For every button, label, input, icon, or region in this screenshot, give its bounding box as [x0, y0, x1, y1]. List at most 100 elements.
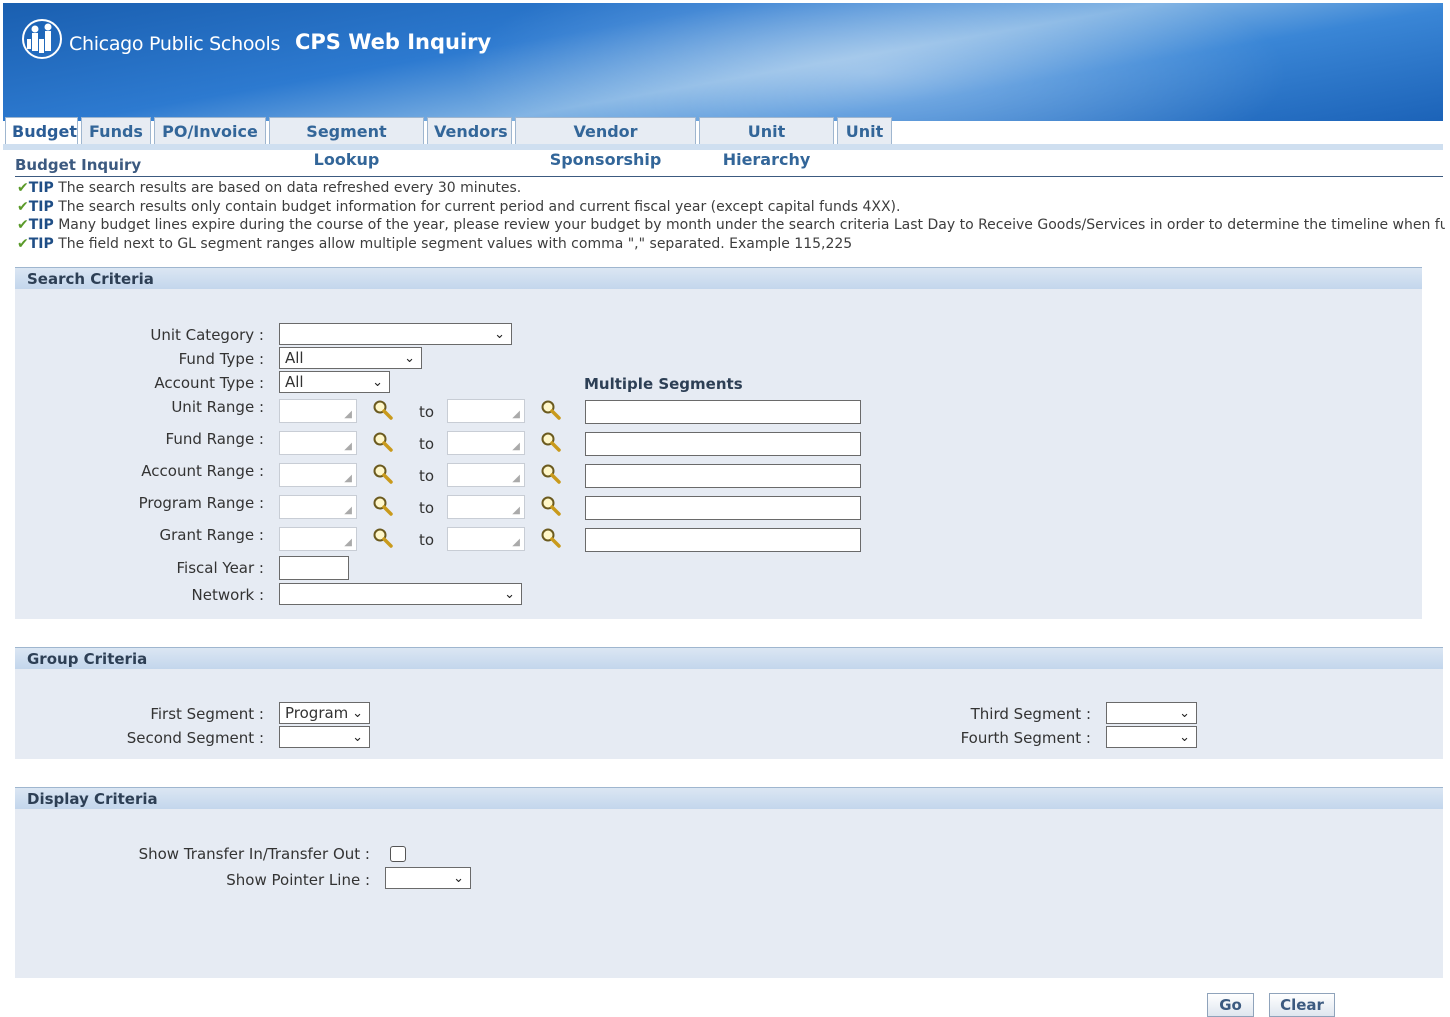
unit-range-to-input[interactable]: ◢	[447, 399, 525, 423]
multiple-segments-label: Multiple Segments	[584, 375, 743, 393]
account-type-label: Account Type :	[154, 374, 264, 392]
account-range-from-input[interactable]: ◢	[279, 463, 357, 487]
tab-unit-hierarchy[interactable]: Unit Hierarchy	[699, 117, 834, 169]
range-to-label: to	[419, 531, 435, 549]
first-segment-select[interactable]: Program ⌄	[279, 702, 370, 724]
title-divider	[15, 176, 1443, 177]
fund-multiple-segments-input[interactable]	[585, 432, 861, 456]
tab-bar-underline	[3, 144, 1443, 150]
tip-line: ✔TIP The search results only contain bud…	[17, 199, 901, 215]
chevron-down-icon: ⌄	[404, 351, 415, 366]
search-icon[interactable]	[540, 431, 562, 453]
range-to-label: to	[419, 435, 435, 453]
search-icon[interactable]	[540, 495, 562, 517]
range-to-label: to	[419, 499, 435, 517]
show-transfer-checkbox[interactable]	[390, 846, 406, 862]
unit-range-from-input[interactable]: ◢	[279, 399, 357, 423]
check-icon: ✔	[17, 236, 29, 252]
search-icon[interactable]	[372, 495, 394, 517]
grant-multiple-segments-input[interactable]	[585, 528, 861, 552]
unit-multiple-segments-input[interactable]	[585, 400, 861, 424]
tab-unit[interactable]: Unit	[837, 117, 892, 145]
range-to-label: to	[419, 403, 435, 421]
resize-grip-icon: ◢	[512, 537, 520, 548]
resize-grip-icon: ◢	[344, 537, 352, 548]
tab-vendor-sponsorship[interactable]: Vendor Sponsorship	[515, 117, 696, 169]
resize-grip-icon: ◢	[512, 505, 520, 516]
chevron-down-icon: ⌄	[352, 706, 363, 721]
resize-grip-icon: ◢	[512, 409, 520, 420]
display-criteria-panel	[15, 808, 1443, 978]
resize-grip-icon: ◢	[512, 473, 520, 484]
program-range-from-input[interactable]: ◢	[279, 495, 357, 519]
group-criteria-heading: Group Criteria	[15, 647, 1443, 669]
logo-text: Chicago Public Schools	[69, 33, 281, 55]
third-segment-label: Third Segment :	[970, 705, 1091, 723]
grant-range-to-input[interactable]: ◢	[447, 527, 525, 551]
fiscal-year-input[interactable]	[279, 556, 349, 580]
show-transfer-label: Show Transfer In/Transfer Out :	[138, 845, 370, 863]
account-range-label: Account Range :	[141, 462, 264, 480]
search-icon[interactable]	[540, 399, 562, 421]
tab-po-invoice[interactable]: PO/Invoice	[154, 117, 266, 145]
search-criteria-heading: Search Criteria	[15, 267, 1422, 289]
resize-grip-icon: ◢	[344, 409, 352, 420]
account-multiple-segments-input[interactable]	[585, 464, 861, 488]
chevron-down-icon: ⌄	[494, 327, 505, 342]
tip-line: ✔TIP The search results are based on dat…	[17, 180, 522, 196]
chevron-down-icon: ⌄	[1179, 730, 1190, 745]
fund-range-to-input[interactable]: ◢	[447, 431, 525, 455]
search-icon[interactable]	[540, 527, 562, 549]
program-range-to-input[interactable]: ◢	[447, 495, 525, 519]
check-icon: ✔	[17, 199, 29, 215]
fund-type-label: Fund Type :	[178, 350, 264, 368]
grant-range-from-input[interactable]: ◢	[279, 527, 357, 551]
unit-category-label: Unit Category :	[150, 326, 264, 344]
tab-budget[interactable]: Budget	[5, 117, 78, 145]
chevron-down-icon: ⌄	[352, 730, 363, 745]
check-icon: ✔	[17, 217, 29, 233]
header-swoosh	[423, 3, 1323, 121]
search-icon[interactable]	[372, 463, 394, 485]
resize-grip-icon: ◢	[512, 441, 520, 452]
third-segment-select[interactable]: ⌄	[1106, 702, 1197, 724]
fund-range-label: Fund Range :	[165, 430, 264, 448]
search-icon[interactable]	[540, 463, 562, 485]
tab-segment-lookup[interactable]: Segment Lookup	[269, 117, 424, 169]
chevron-down-icon: ⌄	[372, 375, 383, 390]
tip-line: ✔TIP The field next to GL segment ranges…	[17, 236, 853, 252]
fund-type-select[interactable]: All ⌄	[279, 347, 422, 369]
grant-range-label: Grant Range :	[159, 526, 264, 544]
program-range-label: Program Range :	[138, 494, 264, 512]
second-segment-select[interactable]: ⌄	[279, 726, 370, 748]
fourth-segment-select[interactable]: ⌄	[1106, 726, 1197, 748]
app-header: Chicago Public Schools CPS Web Inquiry	[3, 3, 1443, 121]
check-icon: ✔	[17, 180, 29, 196]
unit-category-select[interactable]: ⌄	[279, 323, 512, 345]
chevron-down-icon: ⌄	[453, 871, 464, 886]
show-pointer-select[interactable]: ⌄	[385, 867, 471, 889]
second-segment-label: Second Segment :	[126, 729, 264, 747]
search-icon[interactable]	[372, 527, 394, 549]
tab-funds[interactable]: Funds	[81, 117, 151, 145]
go-button[interactable]: Go	[1207, 993, 1254, 1017]
clear-button[interactable]: Clear	[1269, 993, 1335, 1017]
search-icon[interactable]	[372, 431, 394, 453]
tip-line: ✔TIP Many budget lines expire during the…	[17, 217, 1445, 233]
fund-range-from-input[interactable]: ◢	[279, 431, 357, 455]
cps-logo-icon	[22, 19, 62, 59]
resize-grip-icon: ◢	[344, 505, 352, 516]
first-segment-label: First Segment :	[150, 705, 264, 723]
network-select[interactable]: ⌄	[279, 583, 522, 605]
search-icon[interactable]	[372, 399, 394, 421]
account-range-to-input[interactable]: ◢	[447, 463, 525, 487]
chevron-down-icon: ⌄	[1179, 706, 1190, 721]
show-pointer-label: Show Pointer Line :	[226, 871, 370, 889]
tab-vendors[interactable]: Vendors	[427, 117, 512, 145]
fourth-segment-label: Fourth Segment :	[960, 729, 1091, 747]
app-title: CPS Web Inquiry	[295, 30, 492, 54]
chevron-down-icon: ⌄	[504, 587, 515, 602]
account-type-select[interactable]: All ⌄	[279, 371, 390, 393]
program-multiple-segments-input[interactable]	[585, 496, 861, 520]
unit-range-label: Unit Range :	[171, 398, 264, 416]
